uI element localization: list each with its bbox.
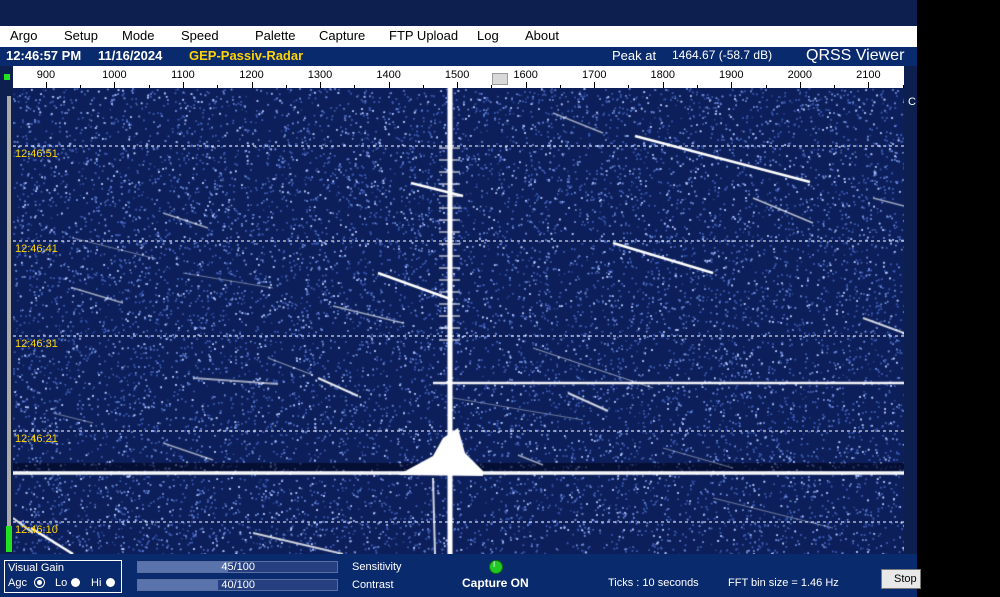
- ruler-label: 1100: [171, 69, 195, 81]
- menu-capture[interactable]: Capture: [319, 28, 365, 43]
- sensitivity-slider[interactable]: 45/100: [137, 561, 338, 573]
- waterfall-overlay: 12:46:51 12:46:41 12:46:31 12:46:21 12:46:10: [13, 145, 904, 536]
- right-edge-strip: C: [904, 66, 917, 554]
- menu-mode[interactable]: Mode: [122, 28, 155, 43]
- menu-log[interactable]: Log: [477, 28, 499, 43]
- app-brand: QRSS Viewer: [806, 47, 905, 64]
- time-marker-label: 12:46:51: [15, 148, 58, 160]
- ruler-label: 1900: [719, 69, 744, 81]
- ruler-label: 1800: [650, 69, 675, 81]
- stop-button[interactable]: Stop: [881, 569, 921, 589]
- peak-label: Peak at: [612, 48, 657, 63]
- menu-speed[interactable]: Speed: [181, 28, 219, 43]
- menu-palette[interactable]: Palette: [255, 28, 295, 43]
- ruler-label: 1000: [102, 69, 127, 81]
- current-date: 11/16/2024: [98, 48, 163, 63]
- agc-label: Agc: [8, 577, 27, 589]
- ruler-label: 1400: [376, 69, 401, 81]
- clipped-label: C: [908, 96, 916, 108]
- time-marker-label: 12:46:21: [15, 433, 58, 445]
- ruler-label: 2100: [856, 69, 881, 81]
- lo-radio[interactable]: [71, 578, 80, 587]
- sensitivity-fill: [138, 562, 228, 572]
- menu-ftp-upload[interactable]: FTP Upload: [389, 28, 458, 43]
- fft-bin-size: FFT bin size = 1.46 Hz: [728, 577, 839, 589]
- agc-radio[interactable]: [35, 578, 44, 587]
- current-time: 12:46:57 PM: [6, 48, 82, 63]
- ruler-label: 1700: [581, 69, 607, 81]
- ruler-label: 900: [36, 69, 56, 81]
- ruler-label: 2000: [787, 69, 813, 81]
- station-name: GEP-Passiv-Radar: [189, 48, 304, 63]
- frequency-ruler[interactable]: 900 1000 1100 1200 1300 1400 1500 1600 1700 1800 1…: [13, 66, 904, 88]
- ruler-label: 1600: [513, 69, 538, 81]
- menu-setup[interactable]: Setup: [64, 28, 98, 43]
- contrast-label: Contrast: [352, 579, 394, 591]
- contrast-slider[interactable]: 40/100: [137, 579, 338, 591]
- peak-value: 1464.67 (-58.7 dB): [672, 48, 773, 62]
- frequency-marker-handle[interactable]: [492, 73, 508, 85]
- contrast-fill: [138, 580, 218, 590]
- menu-about[interactable]: About: [525, 28, 559, 43]
- left-scroll-bar[interactable]: [0, 66, 13, 554]
- waterfall-spectrogram[interactable]: 12:46:51 12:46:41 12:46:31 12:46:21 12:46:10: [13, 88, 904, 554]
- visual-gain-title: Visual Gain: [8, 562, 65, 574]
- hi-label: Hi: [91, 577, 102, 589]
- capture-led-glyph: I: [493, 560, 496, 569]
- scroll-top-indicator[interactable]: [4, 74, 10, 80]
- ruler-label: 1500: [444, 69, 470, 81]
- time-marker-label: 12:46:31: [15, 338, 58, 350]
- scroll-track[interactable]: [7, 96, 11, 548]
- capture-status: Capture ON: [462, 576, 529, 590]
- ticks-interval: Ticks : 10 seconds: [608, 577, 699, 589]
- qrss-viewer-window: Argo Setup Mode Speed Palette Capture FT…: [0, 0, 921, 597]
- ruler-label: 1200: [239, 69, 264, 81]
- capture-indicator-icon[interactable]: I: [489, 560, 503, 574]
- contrast-value: 40/100: [221, 579, 255, 591]
- sensitivity-value: 45/100: [221, 561, 255, 573]
- menu-bar: Argo Setup Mode Speed Palette Capture FT…: [0, 26, 917, 48]
- hi-radio[interactable]: [106, 578, 115, 587]
- info-bar: 12:46:57 PM 11/16/2024 GEP-Passiv-Radar …: [0, 47, 917, 66]
- control-panel: Visual Gain Agc Lo Hi 45/100 Sensitivity…: [0, 554, 921, 597]
- scroll-thumb[interactable]: [6, 526, 12, 552]
- lo-label: Lo: [55, 577, 68, 589]
- ruler-label: 1300: [307, 69, 333, 81]
- visual-gain-group: Visual Gain Agc Lo Hi: [4, 560, 122, 593]
- time-marker-label: 12:46:41: [15, 243, 58, 255]
- menu-argo[interactable]: Argo: [10, 28, 37, 43]
- time-marker-label: 12:46:10: [15, 524, 58, 536]
- sensitivity-label: Sensitivity: [352, 561, 402, 573]
